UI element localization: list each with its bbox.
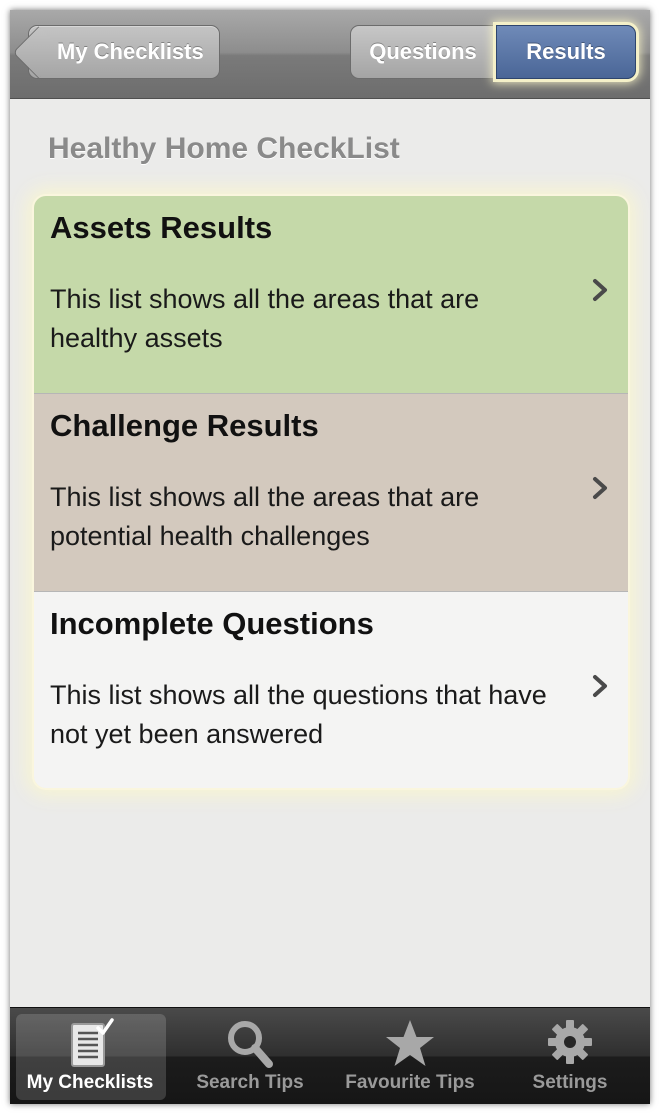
tab-bar: My Checklists Search Tips Favourite Tips bbox=[10, 1007, 650, 1104]
back-button[interactable]: My Checklists bbox=[28, 25, 220, 79]
tab-my-checklists[interactable]: My Checklists bbox=[10, 1008, 170, 1104]
page-title: Healthy Home CheckList bbox=[48, 132, 400, 165]
segment-results[interactable]: Results bbox=[496, 25, 636, 79]
list-item-description: This list shows all the areas that are p… bbox=[50, 482, 480, 551]
back-button-label: My Checklists bbox=[57, 39, 204, 64]
list-item-assets-results[interactable]: Assets Results This list shows all the a… bbox=[34, 196, 628, 394]
chevron-right-icon bbox=[593, 675, 607, 697]
chevron-right-icon bbox=[593, 279, 607, 301]
tab-search-tips[interactable]: Search Tips bbox=[170, 1008, 330, 1104]
list-item-title: Incomplete Questions bbox=[50, 606, 374, 641]
tab-label: Search Tips bbox=[196, 1072, 304, 1093]
search-icon bbox=[228, 1021, 273, 1068]
tab-label: Favourite Tips bbox=[345, 1072, 475, 1093]
segment-results-label: Results bbox=[526, 39, 606, 64]
star-icon bbox=[386, 1020, 434, 1066]
tab-favourite-tips[interactable]: Favourite Tips bbox=[330, 1008, 490, 1104]
list-item-challenge-results[interactable]: Challenge Results This list shows all th… bbox=[34, 394, 628, 592]
navigation-bar: My Checklists Questions Results bbox=[10, 10, 650, 99]
list-item-description: This list shows all the questions that h… bbox=[50, 680, 547, 749]
segment-questions-label: Questions bbox=[369, 39, 477, 64]
chevron-right-icon bbox=[593, 477, 607, 499]
list-item-description: This list shows all the areas that are h… bbox=[50, 284, 480, 353]
list-item-incomplete-questions[interactable]: Incomplete Questions This list shows all… bbox=[34, 592, 628, 788]
segment-questions[interactable]: Questions bbox=[350, 25, 496, 79]
tab-settings[interactable]: Settings bbox=[490, 1008, 650, 1104]
results-list: Assets Results This list shows all the a… bbox=[34, 196, 628, 788]
list-item-title: Challenge Results bbox=[50, 408, 319, 443]
checklist-icon bbox=[71, 1018, 114, 1067]
tab-label: My Checklists bbox=[26, 1072, 154, 1093]
list-item-title: Assets Results bbox=[50, 210, 273, 245]
tab-label: Settings bbox=[532, 1072, 608, 1093]
gear-icon bbox=[548, 1020, 592, 1064]
app-screen: My Checklists Questions Results Healthy … bbox=[10, 10, 650, 1104]
